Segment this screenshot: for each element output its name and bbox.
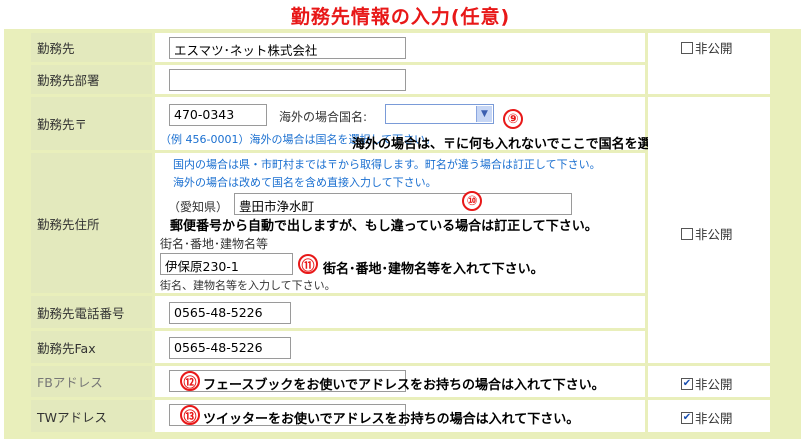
privacy-fb-checkbox[interactable]: ✔ [681, 377, 693, 390]
privacy-company-checkbox[interactable] [681, 41, 693, 54]
fax-input[interactable]: 0565-48-5226 [169, 337, 291, 359]
city-input[interactable]: 豊田市浄水町 [234, 193, 572, 215]
phone-label: 勤務先電話番号 [31, 296, 152, 328]
street-label: 街名･番地･建物名等 [160, 237, 269, 251]
annotation-10-text: 郵便番号から自動で出しますが、もし違っている場合は訂正して下さい。 [170, 219, 598, 234]
prefecture-text: （愛知県） [168, 200, 229, 214]
postal-label: 勤務先〒 [31, 97, 152, 150]
privacy-fb-label: 非公開 [695, 377, 733, 392]
address-note-1: 国内の場合は県・市町村までは〒から取得します。町名が違う場合は訂正して下さい。 [173, 158, 601, 171]
fb-label: FBアドレス [31, 366, 152, 397]
page-title: 勤務先情報の入力(任意) [290, 6, 511, 28]
annotation-12-badge: ⑫ [180, 371, 200, 391]
privacy-company[interactable]: 非公開 [681, 38, 733, 57]
fb-label-text: FBアドレス [37, 375, 103, 390]
privacy-address-label: 非公開 [695, 227, 733, 242]
department-label: 勤務先部署 [31, 65, 152, 94]
privacy-address[interactable]: 非公開 [681, 224, 733, 243]
company-input[interactable]: エスマツ･ネット株式会社 [169, 37, 406, 59]
tw-label-text: TWアドレス [37, 409, 107, 425]
street-hint: 街名、建物名等を入力して下さい。 [160, 279, 336, 292]
privacy-tw-label: 非公開 [695, 411, 733, 426]
annotation-12-text: フェースブックをお使いでアドレスをお持ちの場合は入れて下さい。 [203, 378, 605, 393]
privacy-company-label: 非公開 [695, 41, 733, 56]
country-select[interactable]: ▼ [385, 104, 494, 124]
company-label-text: 勤務先 [37, 41, 75, 56]
privacy-tw-checkbox[interactable]: ✔ [681, 411, 693, 424]
street-input[interactable]: 伊保原230-1 [160, 253, 293, 275]
company-label: 勤務先 [31, 33, 152, 62]
phone-input[interactable]: 0565-48-5226 [169, 302, 291, 324]
country-label: 海外の場合国名: [279, 110, 368, 124]
annotation-11-text: 街名･番地･建物名等を入れて下さい。 [323, 262, 544, 277]
fax-label-text: 勤務先Fax [37, 340, 96, 356]
annotation-11-badge: ⑪ [298, 254, 318, 274]
postal-label-text: 勤務先〒 [37, 117, 88, 132]
fax-label: 勤務先Fax [31, 331, 152, 363]
department-input[interactable] [169, 69, 406, 91]
phone-label-text: 勤務先電話番号 [37, 305, 125, 321]
privacy-fb[interactable]: ✔ 非公開 [681, 374, 733, 393]
annotation-13-text: ツイッターをお使いでアドレスをお持ちの場合は入れて下さい。 [203, 412, 580, 427]
address-label: 勤務先住所 [31, 153, 152, 293]
address-label-text: 勤務先住所 [37, 216, 100, 232]
annotation-10-badge: ⑩ [462, 191, 482, 211]
chevron-down-icon[interactable]: ▼ [476, 106, 492, 122]
department-label-text: 勤務先部署 [37, 73, 100, 88]
annotation-13-badge: ⑬ [180, 405, 200, 425]
address-note-2: 海外の場合は改めて国名を含め直接入力して下さい。 [173, 176, 437, 189]
annotation-9-badge: ⑨ [503, 109, 523, 129]
privacy-address-checkbox[interactable] [681, 227, 693, 240]
tw-label: TWアドレス [31, 400, 152, 432]
privacy-tw[interactable]: ✔ 非公開 [681, 408, 733, 427]
postal-input[interactable]: 470-0343 [169, 104, 267, 126]
